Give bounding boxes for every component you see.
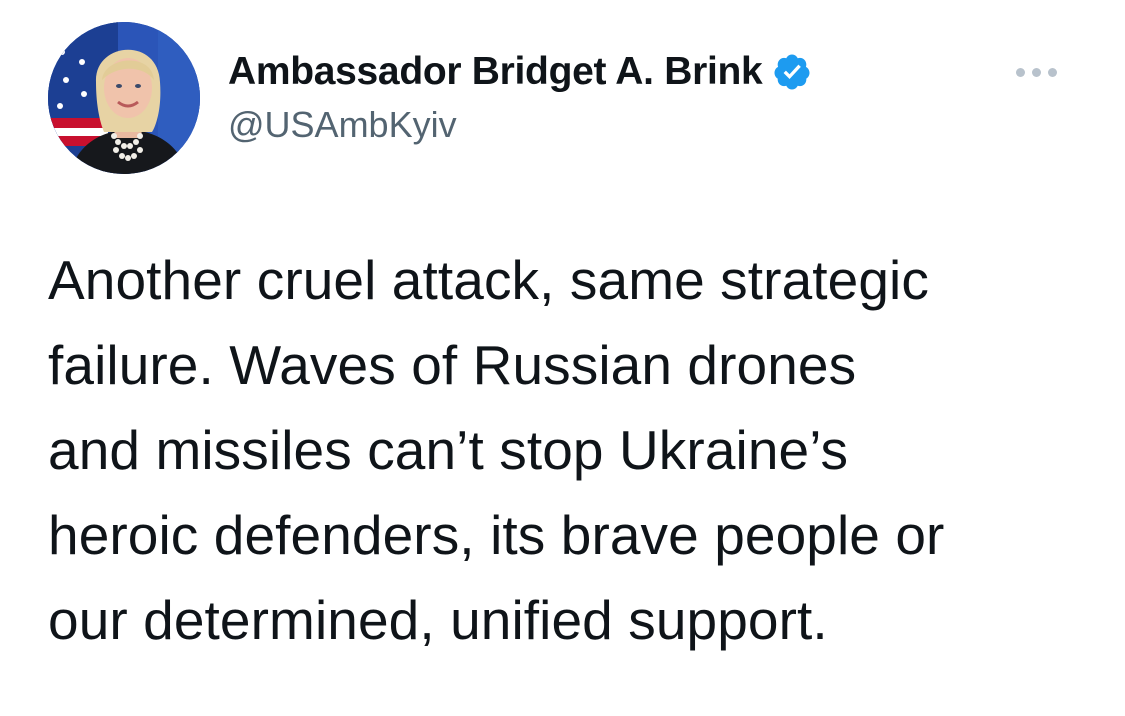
display-name[interactable]: Ambassador Bridget A. Brink <box>228 50 763 94</box>
tweet-line: our determined, unified support. <box>48 589 828 651</box>
tweet-line: failure. Waves of Russian drones <box>48 334 857 396</box>
tweet-line: and missiles can’t stop Ukraine’s <box>48 419 849 481</box>
tweet-line: Another cruel attack, same strategic <box>48 249 929 311</box>
verified-badge-icon <box>772 52 812 92</box>
author-block: Ambassador Bridget A. Brink @USAmbKyiv <box>228 48 812 146</box>
dot <box>1015 67 1025 77</box>
more-options-icon[interactable] <box>1000 58 1072 86</box>
tweet-card: Ambassador Bridget A. Brink @USAmbKyiv A… <box>0 0 1125 716</box>
avatar[interactable] <box>48 22 200 174</box>
user-handle[interactable]: @USAmbKyiv <box>228 104 812 146</box>
dot <box>1031 67 1041 77</box>
tweet-text: Another cruel attack, same strategic fai… <box>48 238 1098 663</box>
name-row: Ambassador Bridget A. Brink <box>228 48 812 96</box>
dot <box>1047 67 1057 77</box>
tweet-line: heroic defenders, its brave people or <box>48 504 945 566</box>
avatar-photo <box>48 22 200 174</box>
